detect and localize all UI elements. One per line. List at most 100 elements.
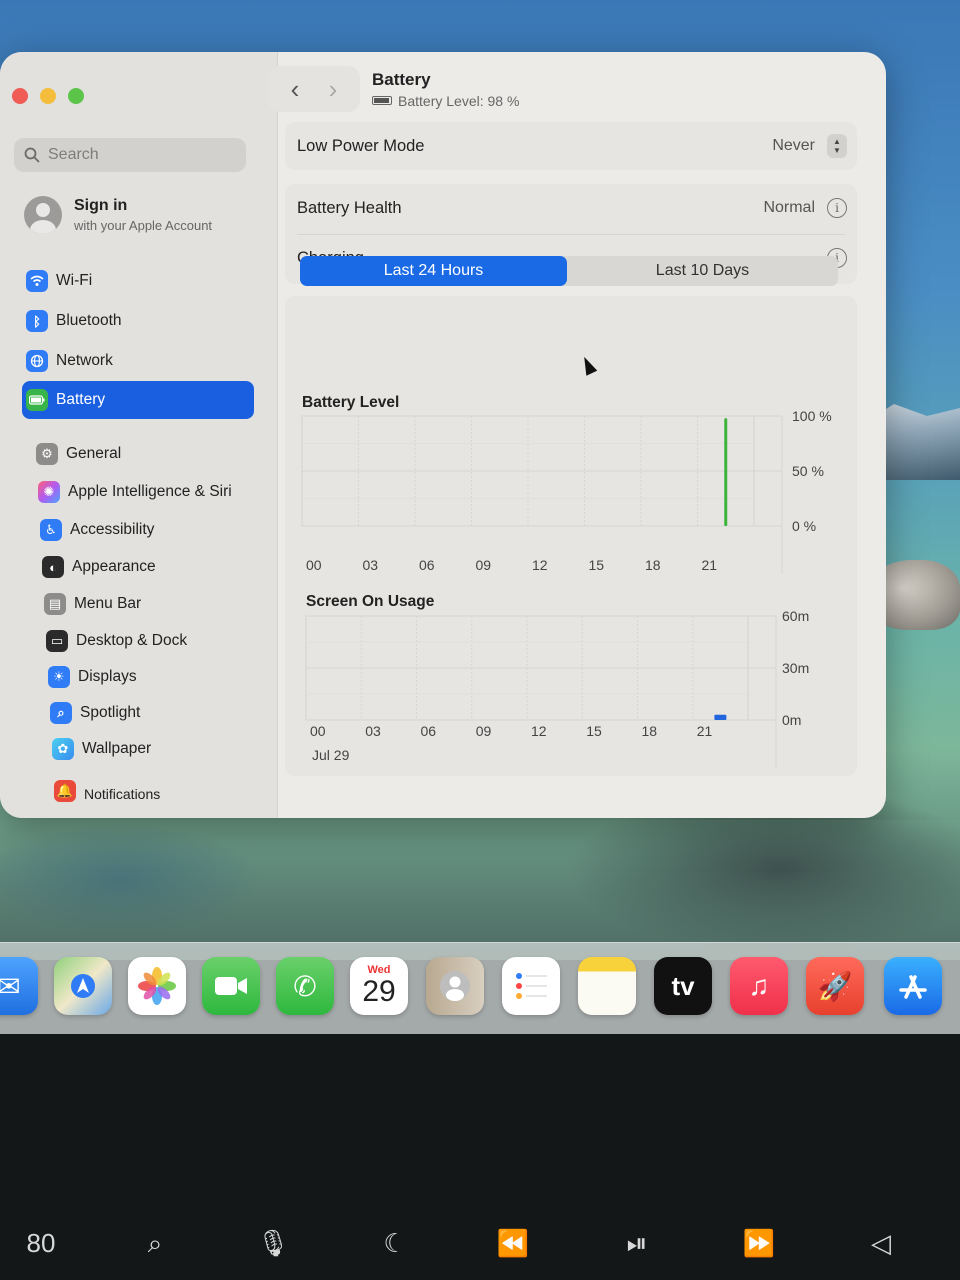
- close-button[interactable]: [12, 88, 28, 104]
- forward-button[interactable]: ›: [314, 66, 352, 112]
- dock: ✉ ✆ Wed 29 tv ♫ 🚀: [0, 942, 960, 1034]
- mission-control-icon[interactable]: 80: [16, 1228, 66, 1259]
- x-tick-label: 06: [421, 723, 437, 739]
- x-tick-label: 06: [419, 557, 435, 573]
- minimize-button[interactable]: [40, 88, 56, 104]
- zoom-button[interactable]: [68, 88, 84, 104]
- search-input[interactable]: [48, 146, 228, 164]
- search-icon[interactable]: ⌕: [130, 1228, 180, 1260]
- sidebar-item-label: Network: [56, 352, 113, 369]
- back-button[interactable]: ‹: [276, 66, 314, 112]
- wifi-icon: [26, 270, 48, 292]
- sidebar-item-displays[interactable]: ☀ Displays: [44, 659, 276, 695]
- tab-last-24-hours[interactable]: Last 24 Hours: [300, 256, 567, 286]
- play-pause-icon[interactable]: ⏯: [612, 1228, 662, 1260]
- rocket-icon[interactable]: 🚀: [806, 957, 864, 1015]
- x-tick-label: 09: [476, 723, 492, 739]
- siri-icon: ✺: [38, 481, 60, 503]
- tab-last-10-days[interactable]: Last 10 Days: [567, 256, 838, 286]
- chevron-up-down-icon: ▲ ▼: [827, 134, 847, 158]
- x-tick-label: 18: [642, 723, 658, 739]
- x-tick-label: 15: [589, 557, 605, 573]
- tv-label: tv: [671, 970, 695, 1001]
- sidebar-item-spotlight[interactable]: ⌕ Spotlight: [46, 695, 278, 731]
- toolbar: ‹ › Battery Battery Level: 98 %: [268, 64, 519, 114]
- accessibility-icon: ♿: [40, 519, 62, 541]
- sidebar-item-label: Apple Intelligence & Siri: [68, 483, 232, 500]
- battery-level-icon: [372, 96, 392, 105]
- account-sign-in[interactable]: Sign in with your Apple Account: [24, 196, 212, 234]
- gear-icon: ⚙: [36, 443, 58, 465]
- history-nav: ‹ ›: [268, 66, 360, 112]
- magnifier-icon: ⌕: [50, 702, 72, 724]
- sidebar-item-label: Wallpaper: [82, 740, 152, 757]
- battery-level-chart: 100 % 50 % 0 % 00 03 06 09 12 15 18 21: [301, 408, 832, 574]
- divider: [297, 234, 845, 235]
- phone-icon[interactable]: ✆: [276, 957, 334, 1015]
- window-controls: [12, 88, 84, 104]
- sidebar-item-label: Spotlight: [80, 704, 141, 721]
- sidebar-item-label: Wi-Fi: [56, 272, 93, 289]
- volume-icon[interactable]: ◁: [856, 1228, 906, 1259]
- sidebar-item-label: Bluetooth: [56, 312, 122, 329]
- rewind-icon[interactable]: ⏪: [488, 1228, 538, 1259]
- sidebar-item-label: General: [66, 445, 122, 462]
- sidebar-item-label: Desktop & Dock: [76, 632, 188, 649]
- app-store-icon[interactable]: [884, 957, 942, 1015]
- battery-level-chart-title: Battery Level: [302, 394, 400, 411]
- tv-icon[interactable]: tv: [654, 957, 712, 1015]
- music-icon[interactable]: ♫: [730, 957, 788, 1015]
- wallpaper-shore: [0, 820, 960, 960]
- sidebar-item-notifications[interactable]: 🔔 Notifications: [50, 780, 282, 802]
- screen-usage-chart-title: Screen On Usage: [306, 593, 435, 610]
- sidebar: Sign in with your Apple Account Wi-Fi ᛒ …: [0, 52, 278, 818]
- low-power-value: Never: [772, 137, 815, 154]
- x-tick-label: 00: [310, 723, 326, 739]
- moon-icon[interactable]: ☾: [370, 1228, 420, 1259]
- mail-icon[interactable]: ✉: [0, 957, 38, 1015]
- fast-forward-icon[interactable]: ⏩: [734, 1228, 784, 1259]
- sidebar-item-battery[interactable]: Battery: [22, 381, 254, 419]
- low-power-popup[interactable]: Never ▲ ▼: [772, 134, 847, 158]
- dock-icon: ▭: [46, 630, 68, 652]
- sidebar-item-accessibility[interactable]: ♿ Accessibility: [36, 512, 268, 548]
- sidebar-item-desktop-dock[interactable]: ▭ Desktop & Dock: [42, 623, 274, 659]
- time-range-segmented-control: Last 24 Hours Last 10 Days: [300, 256, 838, 286]
- sidebar-item-network[interactable]: Network: [22, 343, 254, 379]
- photos-icon[interactable]: [128, 957, 186, 1015]
- reminders-icon[interactable]: [502, 957, 560, 1015]
- x-tick-label: 15: [586, 723, 602, 739]
- sun-icon: ☀: [48, 666, 70, 688]
- sidebar-item-label: Appearance: [72, 558, 156, 575]
- facetime-icon[interactable]: [202, 957, 260, 1015]
- sidebar-item-wifi[interactable]: Wi-Fi: [22, 263, 254, 299]
- notes-icon[interactable]: [578, 957, 636, 1015]
- y-tick-label: 50 %: [792, 463, 824, 479]
- sidebar-item-apple-intelligence[interactable]: ✺ Apple Intelligence & Siri: [34, 474, 266, 510]
- microphone-icon[interactable]: 🎙: [248, 1228, 298, 1259]
- screen-usage-chart: 60m 30m 0m 00 03 06 09 12 15 18 21 Jul 29: [305, 608, 809, 768]
- bell-icon: 🔔: [54, 780, 76, 802]
- calendar-icon[interactable]: Wed 29: [350, 957, 408, 1015]
- y-tick-label: 30m: [782, 660, 809, 676]
- sidebar-item-wallpaper[interactable]: ✿ Wallpaper: [48, 731, 280, 767]
- x-tick-label: 21: [702, 557, 718, 573]
- x-tick-label: 09: [476, 557, 492, 573]
- maps-icon[interactable]: [54, 957, 112, 1015]
- sidebar-item-bluetooth[interactable]: ᛒ Bluetooth: [22, 303, 254, 339]
- x-tick-label: 00: [306, 557, 322, 573]
- sidebar-item-general[interactable]: ⚙ General: [32, 436, 264, 472]
- info-icon[interactable]: i: [827, 198, 847, 218]
- account-subtitle: with your Apple Account: [74, 218, 213, 233]
- menu-bar-icon: ▤: [44, 593, 66, 615]
- y-tick-label: 0 %: [792, 518, 816, 534]
- data-bar: [714, 714, 727, 720]
- y-tick-label: 60m: [782, 608, 809, 624]
- search-field[interactable]: [14, 138, 246, 172]
- data-bar: [724, 418, 728, 526]
- sidebar-item-appearance[interactable]: ◐ Appearance: [38, 549, 270, 585]
- sidebar-item-label: Battery: [56, 391, 106, 408]
- sidebar-item-label: Displays: [78, 668, 137, 685]
- contacts-icon[interactable]: [426, 957, 484, 1015]
- sidebar-item-menu-bar[interactable]: ▤ Menu Bar: [40, 586, 272, 622]
